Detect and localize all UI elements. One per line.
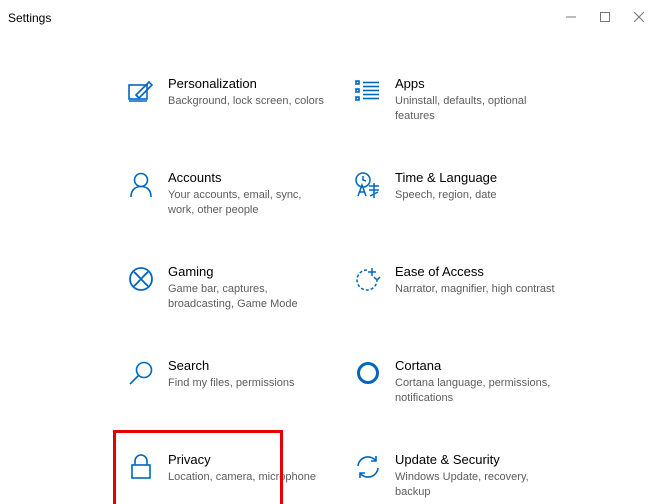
tile-accounts[interactable]: Accounts Your accounts, email, sync, wor… xyxy=(126,170,326,240)
tile-ease-of-access[interactable]: Ease of Access Narrator, magnifier, high… xyxy=(353,264,555,334)
tile-description: Background, lock screen, colors xyxy=(168,95,324,107)
tile-title: Apps xyxy=(395,76,425,91)
gaming-icon xyxy=(126,264,156,294)
title-bar: Settings xyxy=(0,0,651,34)
tile-description: Cortana language, permissions, notificat… xyxy=(395,377,551,404)
update-security-icon xyxy=(353,452,383,482)
tile-title: Gaming xyxy=(168,264,214,279)
close-button[interactable] xyxy=(625,3,651,31)
tile-description: Uninstall, defaults, optional features xyxy=(395,95,527,122)
tile-description: Location, camera, microphone xyxy=(168,471,316,483)
tile-gaming[interactable]: Gaming Game bar, captures, broadcasting,… xyxy=(126,264,326,334)
personalization-icon xyxy=(126,76,156,106)
tile-apps[interactable]: Apps Uninstall, defaults, optional featu… xyxy=(353,76,553,146)
cortana-icon xyxy=(353,358,383,388)
tile-title: Update & Security xyxy=(395,452,500,467)
tile-privacy[interactable]: Privacy Location, camera, microphone xyxy=(126,452,326,504)
minimize-button[interactable] xyxy=(557,3,585,31)
tile-title: Cortana xyxy=(395,358,442,373)
maximize-icon xyxy=(600,12,610,22)
tile-title: Privacy xyxy=(168,452,211,467)
accounts-icon xyxy=(126,170,156,200)
tile-time-language[interactable]: Time & Language Speech, region, date xyxy=(353,170,553,240)
tile-search[interactable]: Search Find my files, permissions xyxy=(126,358,326,428)
window-title: Settings xyxy=(8,11,52,25)
tile-title: Personalization xyxy=(168,76,257,91)
ease-of-access-icon xyxy=(353,264,383,294)
maximize-button[interactable] xyxy=(591,3,619,31)
settings-window: Settings Personalization Background, loc… xyxy=(0,0,651,504)
tile-description: Find my files, permissions xyxy=(168,377,295,389)
apps-icon xyxy=(353,76,383,106)
minimize-icon xyxy=(566,16,576,18)
tile-description: Speech, region, date xyxy=(395,189,497,201)
tile-cortana[interactable]: Cortana Cortana language, permissions, n… xyxy=(353,358,553,428)
tile-description: Your accounts, email, sync, work, other … xyxy=(168,189,302,216)
tile-description: Windows Update, recovery, backup xyxy=(395,471,529,498)
search-icon xyxy=(126,358,156,388)
tile-personalization[interactable]: Personalization Background, lock screen,… xyxy=(126,76,326,146)
tile-title: Ease of Access xyxy=(395,264,484,279)
tile-title: Time & Language xyxy=(395,170,498,185)
time-language-icon xyxy=(353,170,383,200)
tile-description: Narrator, magnifier, high contrast xyxy=(395,283,555,295)
tile-title: Accounts xyxy=(168,170,222,185)
close-icon xyxy=(634,12,644,22)
privacy-icon xyxy=(126,452,156,482)
tile-description: Game bar, captures, broadcasting, Game M… xyxy=(168,283,298,310)
tile-update-security[interactable]: Update & Security Windows Update, recove… xyxy=(353,452,553,504)
tile-title: Search xyxy=(168,358,210,373)
